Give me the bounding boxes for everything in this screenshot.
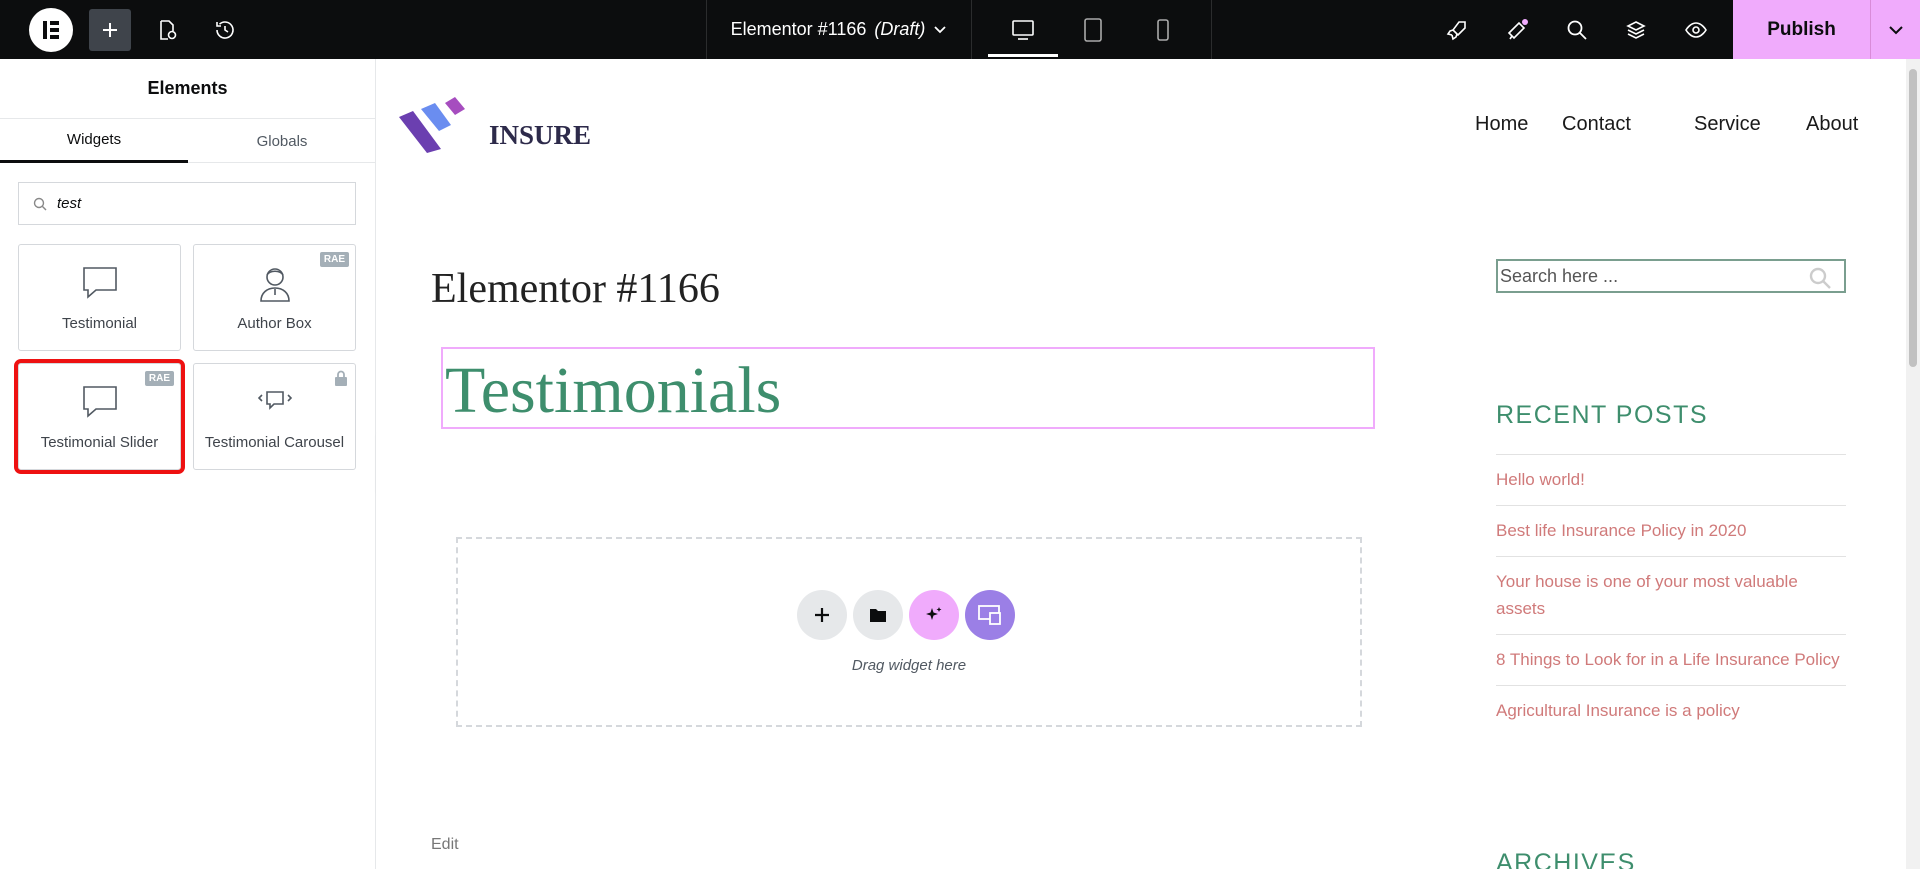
carousel-bubble-icon [257,391,292,410]
search-icon[interactable] [1808,266,1832,290]
widget-label: Author Box [237,315,312,332]
empty-section-dropzone[interactable]: Drag widget here [456,537,1362,727]
panel-title: Elements [0,59,375,119]
rae-badge: RAE [319,252,349,267]
post-link[interactable]: Hello world! [1496,454,1846,505]
widget-author-box[interactable]: RAE Author Box [193,244,356,351]
document-title-dropdown[interactable]: Elementor #1166 (Draft) [706,0,972,59]
site-settings-rocket-icon[interactable] [1436,9,1478,51]
testimonial-bubble-icon [82,267,117,299]
add-element-button[interactable] [89,9,131,51]
responsive-mode-switcher [972,0,1212,59]
add-section-button[interactable] [797,590,847,640]
chevron-down-icon [934,25,947,33]
widget-testimonial-slider[interactable]: RAE Testimonial Slider [14,359,185,474]
responsive-templates-icon[interactable] [965,590,1015,640]
widget-testimonial-carousel[interactable]: Testimonial Carousel [193,363,356,470]
panel-tabs: Widgets Globals [0,119,375,163]
tablet-icon[interactable] [1058,0,1128,59]
preview-eye-icon[interactable] [1675,9,1717,51]
nav-contact[interactable]: Contact [1562,113,1631,136]
testimonials-heading: Testimonials [445,354,782,427]
post-link[interactable]: Your house is one of your most valuable … [1496,556,1846,634]
nav-home[interactable]: Home [1475,113,1528,136]
tab-globals[interactable]: Globals [188,119,376,163]
post-link[interactable]: 8 Things to Look for in a Life Insurance… [1496,634,1846,685]
mobile-icon[interactable] [1128,0,1198,59]
elementor-logo-icon[interactable] [29,8,73,52]
post-link[interactable]: Best life Insurance Policy in 2020 [1496,505,1846,556]
site-logo[interactable]: INSURE [399,95,591,153]
widget-search-input[interactable] [57,195,337,212]
archives-heading: ARCHIVES [1496,849,1636,869]
widget-label: Testimonial Carousel [204,434,345,451]
recent-posts-list: Hello world! Best life Insurance Policy … [1496,454,1846,736]
page-settings-icon[interactable] [146,9,188,51]
widget-label: Testimonial Slider [40,434,159,451]
document-status: (Draft) [874,19,926,39]
history-icon[interactable] [204,9,246,51]
widget-label: Testimonial [61,315,138,332]
author-person-icon [259,268,290,302]
widget-testimonial[interactable]: Testimonial [18,244,181,351]
tab-widgets[interactable]: Widgets [0,119,188,163]
widget-search-field[interactable] [18,182,356,225]
canvas-scrollbar[interactable] [1906,59,1920,869]
document-title: Elementor #1166 [730,19,867,39]
publish-button[interactable]: Publish [1733,0,1870,59]
page-title: Elementor #1166 [431,266,720,312]
notifications-icon[interactable] [1496,9,1538,51]
search-icon[interactable] [1556,9,1598,51]
publish-options-chevron-icon[interactable] [1870,0,1920,59]
site-logo-text: INSURE [489,120,592,150]
sidebar-search-placeholder: Search here ... [1500,265,1619,286]
search-icon [33,197,47,210]
sidebar-search-field[interactable]: Search here ... [1496,259,1846,293]
ai-sparkle-icon[interactable] [909,590,959,640]
preview-canvas: INSURE Home Contact Service About Elemen… [377,59,1906,869]
rae-badge: RAE [144,371,174,386]
edit-link[interactable]: Edit [431,836,459,854]
heading-widget[interactable]: Testimonials [441,347,1375,429]
elements-panel: Elements Widgets Globals Testimonial RAE… [0,59,376,869]
insure-logo-mark-icon [399,97,465,153]
testimonial-bubble-icon [82,386,117,418]
structure-layers-icon[interactable] [1615,9,1657,51]
recent-posts-heading: RECENT POSTS [1496,401,1709,429]
post-link[interactable]: Agricultural Insurance is a policy [1496,685,1846,736]
desktop-icon[interactable] [988,0,1058,59]
lock-icon [334,370,348,390]
nav-about[interactable]: About [1806,113,1858,136]
dropzone-text: Drag widget here [851,657,967,674]
editor-topbar: Elementor #1166 (Draft) Publish [0,0,1920,59]
nav-service[interactable]: Service [1694,113,1761,136]
scrollbar-thumb[interactable] [1909,69,1917,367]
add-template-folder-icon[interactable] [853,590,903,640]
